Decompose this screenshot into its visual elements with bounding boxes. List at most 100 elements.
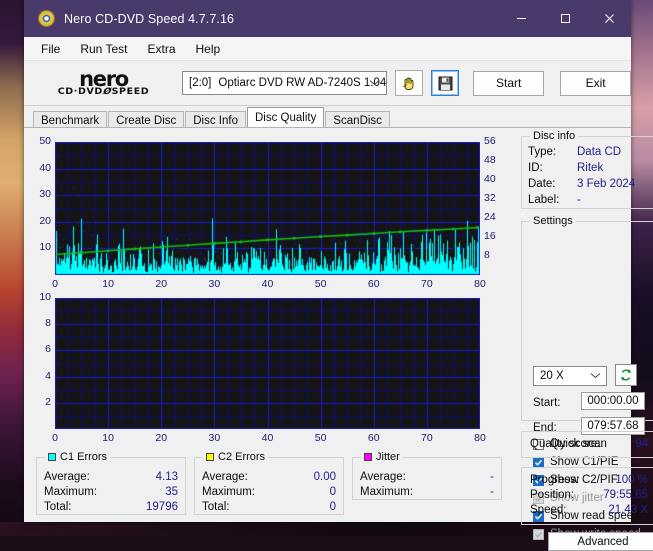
show-write-speed-checkbox-box: [533, 528, 544, 540]
scan-start-input[interactable]: 000:00.00: [581, 392, 645, 410]
c2-average-label: Average:: [202, 471, 248, 483]
drive-name: Optiarc DVD RW AD-7240S 1.04: [218, 77, 387, 89]
c1-total-label: Total:: [44, 501, 72, 513]
refresh-icon: [620, 369, 632, 381]
quality-score-box: Quality score: 94: [521, 431, 653, 458]
disc-label-value: -: [577, 194, 581, 206]
nero-logo: nero CD·DVDØSPEED: [36, 68, 171, 97]
c1-y-tick: 40: [39, 161, 51, 174]
disc-icon: [38, 10, 55, 27]
c2-x-tick: 10: [102, 432, 114, 444]
floppy-save-icon: [438, 76, 453, 90]
c2-y-tick: 8: [45, 317, 51, 330]
disc-id-value: Ritek: [577, 162, 604, 174]
c2-maximum-value: 0: [329, 486, 336, 498]
c1-y-tick: 20: [39, 214, 51, 227]
c1-errors-stats-title-wrap: C1 Errors: [45, 451, 111, 463]
refresh-button[interactable]: [615, 364, 637, 386]
tab-scandisc[interactable]: ScanDisc: [325, 111, 390, 127]
tab-disc-info[interactable]: Disc Info: [185, 111, 246, 127]
disc-label-label: Label:: [528, 194, 560, 206]
disc-type-label: Type:: [528, 146, 557, 158]
c1-y-tick-right: 16: [484, 230, 496, 242]
menu-bar: File Run Test Extra Help: [24, 37, 631, 61]
minimize-button[interactable]: [499, 0, 543, 37]
c1-maximum-label: Maximum:: [44, 486, 98, 498]
c2-x-tick: 80: [474, 432, 486, 444]
c1-y-tick: 50: [39, 135, 51, 147]
close-button[interactable]: [587, 0, 631, 37]
jitter-stats-title: Jitter: [376, 451, 400, 463]
c1-maximum-value: 35: [165, 486, 178, 498]
c2-x-tick: 50: [314, 432, 327, 444]
c1-y-tick-right: 8: [484, 249, 490, 261]
scan-speed-value: 20 X: [540, 370, 564, 382]
position-value: 79:55.65: [603, 489, 648, 501]
menu-item-run-test[interactable]: Run Test: [71, 40, 136, 58]
c1-y-tick-right: 24: [484, 211, 496, 223]
scan-speed-select[interactable]: 20 X: [533, 366, 607, 386]
jitter-maximum-value: -: [490, 486, 494, 498]
tab-disc-quality[interactable]: Disc Quality: [247, 107, 325, 127]
c2-x-tick: 60: [367, 432, 380, 444]
c2-errors-plot: [55, 298, 480, 429]
hand-tool-button[interactable]: [395, 70, 424, 96]
jitter-color-swatch: [364, 453, 372, 461]
maximize-button[interactable]: [543, 0, 587, 37]
save-button[interactable]: [431, 70, 460, 96]
window-title: Nero CD-DVD Speed 4.7.7.16: [64, 11, 235, 26]
tab-create-disc[interactable]: Create Disc: [108, 111, 185, 127]
jitter-average-label: Average:: [360, 471, 406, 483]
disc-info-title: Disc info: [530, 130, 579, 142]
c1-errors-chart: 10 20 30 40 50 8 16 24 32 40 48 56 0 10 20 30 40 50 60 70…: [24, 128, 504, 290]
hand-tool-icon: [403, 77, 414, 90]
drive-select[interactable]: [2:0] Optiarc DVD RW AD-7240S 1.04: [182, 71, 388, 95]
nero-subtitle-left: CD·DVD: [57, 86, 103, 97]
tab-strip: Benchmark Create Disc Disc Info Disc Qua…: [24, 106, 631, 127]
chevron-down-icon: [369, 77, 380, 89]
c1-average-label: Average:: [44, 471, 90, 483]
title-bar: Nero CD-DVD Speed 4.7.7.16: [24, 0, 631, 37]
menu-item-help[interactable]: Help: [187, 40, 230, 58]
c1-y-tick: 10: [39, 241, 51, 254]
disc-id-label: ID:: [528, 162, 543, 174]
menu-item-file[interactable]: File: [32, 40, 69, 58]
jitter-maximum-label: Maximum:: [360, 486, 414, 498]
disc-date-value: 3 Feb 2024: [577, 178, 636, 190]
disc-info-box: Disc info Type: Data CD ID: Ritek Date: …: [521, 130, 653, 209]
start-button[interactable]: Start: [473, 70, 545, 96]
c1-y-tick-right: 32: [484, 192, 496, 204]
c2-errors-chart: 2 4 6 8 10 0 10 20 30 40 50 60 70 80: [24, 288, 504, 453]
menu-item-extra[interactable]: Extra: [138, 40, 184, 58]
c2-y-tick: 6: [45, 343, 51, 356]
tab-benchmark[interactable]: Benchmark: [33, 111, 108, 127]
show-c1-pie-checkbox-box[interactable]: [533, 456, 544, 468]
c2-x-tick: 30: [208, 432, 221, 444]
c1-color-swatch: [48, 453, 56, 461]
c1-errors-stats: C1 Errors Average: 4.13 Maximum: 35 Tota…: [36, 451, 186, 515]
quality-score-label: Quality score:: [530, 438, 601, 450]
c2-errors-stats-title-wrap: C2 Errors: [203, 451, 269, 463]
c2-x-tick: 70: [421, 432, 433, 444]
c2-total-value: 0: [329, 501, 336, 513]
quality-score-value: 94: [635, 438, 648, 450]
settings-title: Settings: [530, 215, 576, 227]
scan-start-label: Start:: [533, 397, 561, 409]
progress-value: 100 %: [615, 474, 648, 486]
c2-x-tick: 40: [261, 432, 274, 444]
c1-errors-plot: [55, 142, 480, 275]
progress-box: Progress: 100 % Position: 79:55.65 Speed…: [521, 467, 653, 525]
position-label: Position:: [530, 489, 575, 501]
c1-y-tick-right: 56: [484, 135, 496, 147]
disc-type-value: Data CD: [577, 146, 622, 158]
wallpaper-left-band: [0, 0, 24, 536]
c1-total-value: 19796: [146, 501, 178, 513]
nero-subtitle: CD·DVDØSPEED: [36, 86, 171, 97]
disc-quality-panel: 10 20 30 40 50 8 16 24 32 40 48 56 0 10 20 30 40 50 60 70…: [24, 127, 653, 551]
exit-button[interactable]: Exit: [560, 70, 631, 96]
chevron-down-icon: [590, 370, 601, 382]
disc-date-label: Date:: [528, 178, 556, 190]
c2-total-label: Total:: [202, 501, 230, 513]
jitter-stats-title-wrap: Jitter: [361, 451, 403, 463]
advanced-button[interactable]: Advanced: [548, 532, 653, 551]
